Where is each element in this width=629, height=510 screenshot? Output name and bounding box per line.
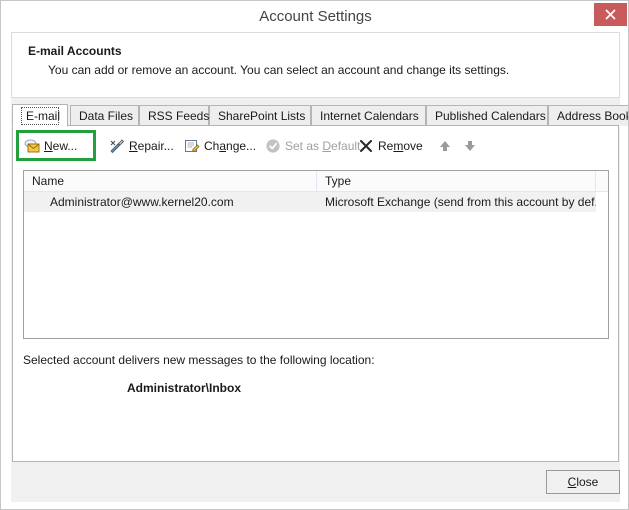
repair-tools-icon: [110, 139, 125, 154]
table-row[interactable]: Administrator@www.kernel20.com Microsoft…: [24, 192, 608, 212]
email-tab-panel: New... Repair... Change... Set as Defaul…: [12, 125, 619, 462]
delivery-location-value: Administrator\Inbox: [127, 381, 242, 395]
close-button-rest: lose: [576, 475, 599, 489]
tab-data-files[interactable]: Data Files: [70, 105, 139, 126]
new-mail-icon: [24, 139, 40, 153]
accounts-list[interactable]: Name Type Administrator@www.kernel20.com…: [23, 170, 609, 339]
move-down-button[interactable]: [462, 134, 478, 158]
new-account-label: New...: [44, 139, 78, 153]
check-circle-icon: [266, 139, 280, 153]
close-button[interactable]: Close: [546, 470, 620, 494]
arrow-up-icon: [440, 141, 450, 151]
new-account-button[interactable]: New...: [24, 134, 77, 158]
window-close-button[interactable]: [594, 3, 627, 26]
change-settings-icon: [185, 140, 200, 153]
remove-x-icon: [359, 139, 373, 153]
tab-rss-feeds[interactable]: RSS Feeds: [139, 105, 209, 126]
account-settings-dialog: Account Settings E-mail Accounts You can…: [0, 0, 629, 510]
tab-strip: E-mail Data Files RSS Feeds SharePoint L…: [12, 104, 628, 127]
header-description: You can add or remove an account. You ca…: [48, 63, 510, 77]
header-panel: E-mail Accounts You can add or remove an…: [11, 32, 620, 98]
arrow-down-icon: [465, 141, 475, 151]
tab-email[interactable]: E-mail: [12, 104, 68, 127]
column-header-extra[interactable]: [596, 171, 608, 191]
title-bar: Account Settings: [1, 1, 628, 32]
column-header-type[interactable]: Type: [317, 171, 596, 191]
dialog-footer: Close: [11, 462, 620, 501]
cell-account-type: Microsoft Exchange (send from this accou…: [317, 192, 596, 212]
repair-account-label: Repair...: [129, 139, 174, 153]
tab-address-books[interactable]: Address Books: [548, 105, 628, 126]
tab-published-calendars[interactable]: Published Calendars: [426, 105, 548, 126]
tab-email-label: E-mail: [21, 107, 60, 125]
accounts-list-header: Name Type: [24, 171, 608, 192]
remove-account-button[interactable]: Remove: [358, 134, 423, 158]
delivery-location-label: Selected account delivers new messages t…: [23, 353, 375, 367]
change-account-label: Change...: [204, 139, 257, 153]
column-header-name[interactable]: Name: [24, 171, 317, 191]
accounts-toolbar: New... Repair... Change... Set as Defaul…: [13, 130, 620, 162]
dialog-left-edge: [1, 32, 11, 509]
remove-account-label: Remove: [378, 139, 423, 153]
close-icon: [605, 9, 616, 20]
repair-account-button[interactable]: Repair...: [109, 134, 174, 158]
dialog-right-edge: [620, 32, 628, 509]
set-as-default-button[interactable]: Set as Default: [265, 134, 360, 158]
move-up-button[interactable]: [437, 134, 453, 158]
change-account-button[interactable]: Change...: [184, 134, 256, 158]
tab-sharepoint-lists[interactable]: SharePoint Lists: [209, 105, 311, 126]
dialog-title: Account Settings: [259, 8, 372, 25]
cell-account-name: Administrator@www.kernel20.com: [24, 192, 317, 212]
tab-internet-calendars[interactable]: Internet Calendars: [311, 105, 426, 126]
dialog-bottom-edge: [1, 502, 628, 509]
header-title: E-mail Accounts: [28, 44, 122, 58]
cell-account-extra: [596, 192, 608, 212]
set-as-default-label: Set as Default: [285, 139, 361, 153]
